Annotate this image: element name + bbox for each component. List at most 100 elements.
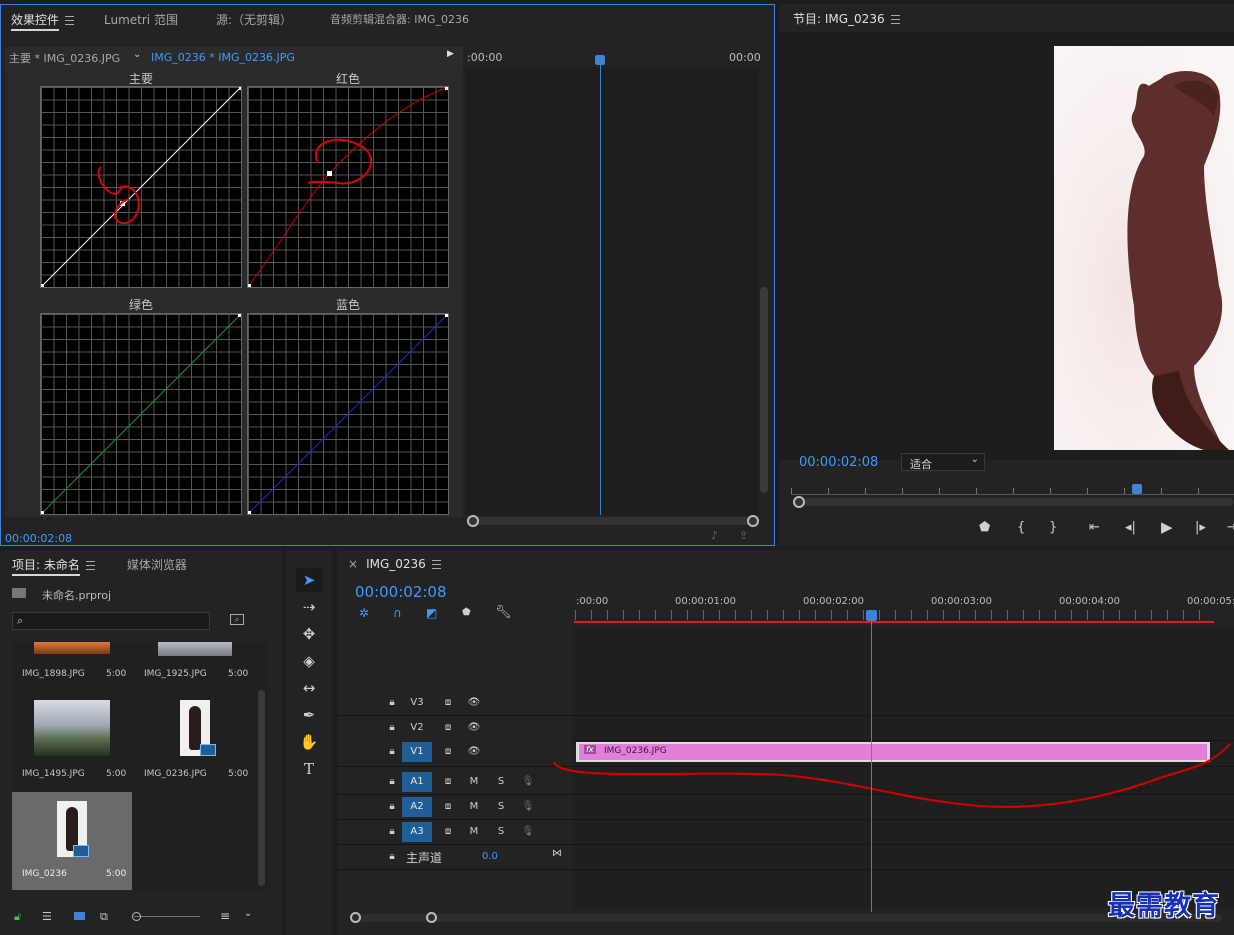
hand-tool-icon[interactable]: ✋ (296, 730, 322, 754)
freeform-view-icon[interactable]: ⧉ (100, 910, 108, 924)
fit-dropdown[interactable]: 适合 ⌄ (901, 453, 985, 471)
track-label-v3[interactable]: V3 (402, 693, 432, 713)
step-back-icon[interactable]: ◂| (1125, 520, 1136, 535)
panel-menu-icon[interactable] (65, 15, 75, 25)
go-to-in-icon[interactable]: ⇤ (1089, 520, 1100, 535)
microphone-icon[interactable]: 🎙︎ (518, 798, 538, 816)
play-icon[interactable]: ▶ (1161, 518, 1173, 536)
program-timecode[interactable]: 00:00:02:08 (799, 455, 878, 470)
effects-timecode[interactable]: 00:00:02:08 (5, 532, 72, 545)
thumbnail-size-slider[interactable] (134, 916, 200, 917)
lock-icon[interactable]: 🔒︎ (382, 823, 402, 841)
program-video-frame[interactable] (1054, 46, 1234, 450)
pen-tool-icon[interactable]: ✒ (296, 703, 322, 727)
zoom-handle-right[interactable] (747, 515, 759, 527)
lock-icon[interactable]: 🔒︎ (382, 798, 402, 816)
eye-icon[interactable]: 👁︎ (464, 694, 484, 712)
sequence-clip-label[interactable]: IMG_0236 * IMG_0236.JPG (151, 51, 295, 64)
master-volume-value[interactable]: 0.0 (482, 851, 498, 862)
mute-button[interactable]: M (464, 798, 484, 816)
selected-sequence-item[interactable]: IMG_0236 5:00 (12, 792, 132, 890)
mark-out-icon[interactable]: } (1049, 520, 1057, 535)
tab-lumetri-scopes[interactable]: Lumetri 范围 (88, 11, 192, 28)
icon-view-icon[interactable] (74, 912, 85, 920)
mute-button[interactable]: M (464, 823, 484, 841)
lock-icon[interactable]: 🔒︎ (382, 773, 402, 791)
timeline-zoom-bar[interactable] (352, 914, 1222, 922)
linked-selection-icon[interactable]: ◩ (426, 606, 437, 620)
selection-tool-icon[interactable]: ➤ (296, 568, 322, 592)
master-curve-grid[interactable] (40, 86, 242, 288)
go-to-out-icon[interactable]: ⇥ (1227, 520, 1234, 535)
thumb-img-1495[interactable] (34, 700, 110, 756)
tab-sequence[interactable]: IMG_0236 (362, 557, 455, 571)
program-zoom-handle[interactable] (793, 496, 805, 508)
tab-media-browser[interactable]: 媒体浏览器 (109, 556, 201, 573)
new-bin-search-icon[interactable]: ⌕ (230, 614, 244, 625)
audio-icon[interactable]: ♪ (711, 529, 718, 542)
sort-icon[interactable]: ≡ (220, 909, 230, 923)
tab-project[interactable]: 项目: 未命名 (0, 556, 109, 576)
effects-scrollbar[interactable] (760, 287, 768, 493)
master-clip-label[interactable]: 主要 * IMG_0236.JPG (9, 50, 120, 66)
play-triangle-icon[interactable]: ▶ (447, 49, 454, 59)
program-time-ruler[interactable] (791, 482, 1234, 495)
lock-icon[interactable]: 🔓︎ (14, 910, 21, 924)
red-curve-grid[interactable] (247, 86, 449, 288)
mute-button[interactable]: M (464, 773, 484, 791)
panel-menu-icon[interactable] (85, 560, 95, 570)
ripple-edit-tool-icon[interactable]: ✥ (296, 622, 322, 646)
export-icon[interactable]: ⇪ (739, 529, 748, 542)
program-zoom-bar[interactable] (793, 498, 1234, 506)
timeline-playhead[interactable] (871, 620, 872, 912)
eye-icon[interactable]: 👁︎ (464, 719, 484, 737)
sync-lock-icon[interactable]: ⧈ (438, 719, 458, 737)
sync-lock-icon[interactable]: ⧈ (438, 694, 458, 712)
sync-lock-icon[interactable]: ⧈ (438, 823, 458, 841)
microphone-icon[interactable]: 🎙︎ (518, 823, 538, 841)
green-curve-grid[interactable] (40, 313, 242, 515)
wrench-icon[interactable]: 🔧︎ (495, 605, 512, 620)
tab-source[interactable]: 源:（无剪辑） (192, 11, 306, 28)
tab-program[interactable]: 节目: IMG_0236 (779, 10, 914, 27)
lock-icon[interactable]: 🔒︎ (382, 848, 402, 866)
sync-lock-icon[interactable]: ⧈ (438, 773, 458, 791)
mark-in-icon[interactable]: { (1017, 520, 1025, 535)
thumb-img-1925[interactable] (158, 642, 232, 656)
slider-handle[interactable] (132, 912, 141, 921)
solo-button[interactable]: S (491, 823, 511, 841)
effects-playhead-handle[interactable] (595, 55, 605, 65)
solo-button[interactable]: S (491, 773, 511, 791)
chevron-down-icon[interactable]: ⌄ (133, 49, 141, 60)
track-label-v1[interactable]: V1 (402, 742, 432, 762)
panel-menu-icon[interactable] (890, 14, 900, 24)
add-marker-icon[interactable]: ⬟ (462, 607, 471, 618)
tab-effect-controls[interactable]: 效果控件 (1, 11, 88, 31)
effects-zoom-bar[interactable] (469, 517, 757, 525)
search-input[interactable]: ⌕ (12, 612, 210, 630)
track-select-tool-icon[interactable]: ⇢ (296, 595, 322, 619)
panel-menu-icon[interactable] (431, 560, 441, 569)
tab-audio-mixer[interactable]: 音频剪辑混合器: IMG_0236 (306, 11, 483, 27)
project-scrollbar[interactable] (258, 690, 265, 886)
video-clip[interactable]: fx IMG_0236.JPG (576, 742, 1210, 762)
program-playhead-handle[interactable] (1132, 484, 1142, 494)
microphone-icon[interactable]: 🎙︎ (518, 773, 538, 791)
step-forward-icon[interactable]: |▸ (1195, 520, 1206, 535)
chevron-down-icon[interactable]: ⌄ (244, 908, 252, 919)
add-marker-icon[interactable]: ⬟ (979, 520, 990, 535)
work-area-bar[interactable] (574, 621, 1214, 623)
lock-icon[interactable]: 🔒︎ (382, 743, 402, 761)
thumb-img-1898[interactable] (34, 642, 110, 654)
track-label-a3[interactable]: A3 (402, 822, 432, 842)
slip-tool-icon[interactable]: ↔ (296, 676, 322, 700)
sync-lock-icon[interactable]: ⧈ (438, 743, 458, 761)
timeline-zoom-handle-left[interactable] (350, 912, 361, 923)
snap-magnet-icon[interactable]: ∩ (393, 606, 402, 620)
nest-icon[interactable]: ✲ (359, 606, 369, 620)
razor-tool-icon[interactable]: ◈ (296, 649, 322, 673)
track-label-v2[interactable]: V2 (402, 718, 432, 738)
eye-icon[interactable]: 👁︎ (464, 743, 484, 761)
track-label-a1[interactable]: A1 (402, 772, 432, 792)
effects-playhead[interactable] (600, 57, 601, 515)
